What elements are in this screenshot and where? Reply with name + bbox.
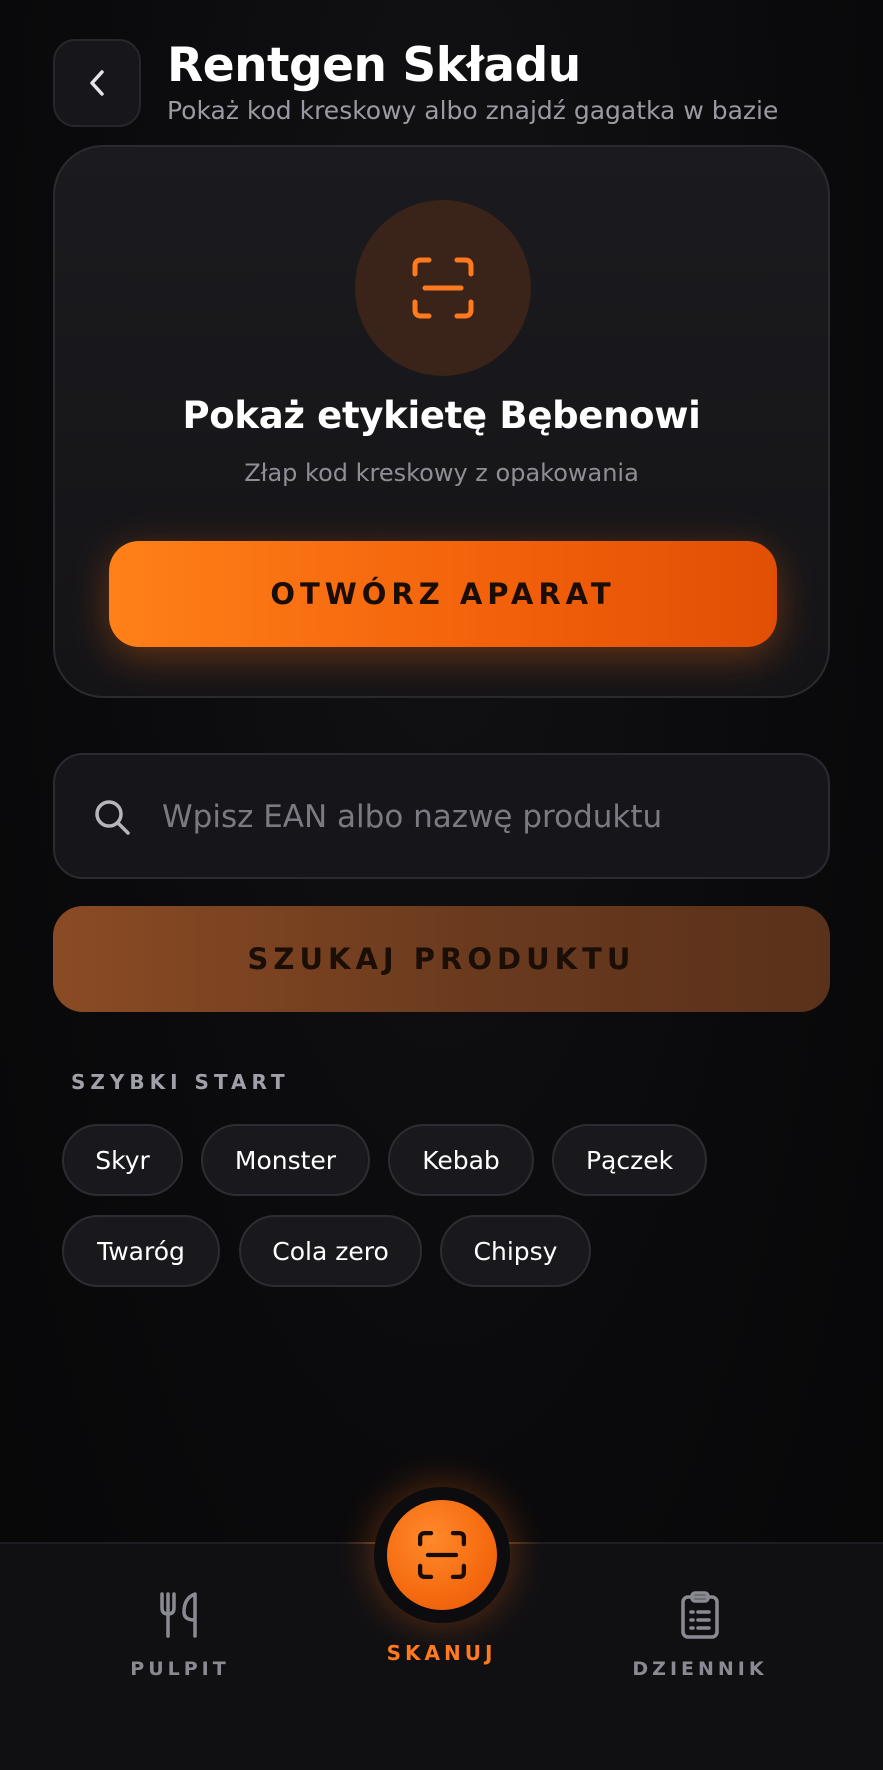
page-subtitle: Pokaż kod kreskowy albo znajdź gagatka w… bbox=[167, 96, 779, 125]
quick-chip-paczek[interactable]: Pączek bbox=[552, 1124, 707, 1196]
screen: Rentgen Składu Pokaż kod kreskowy albo z… bbox=[0, 0, 883, 1770]
quick-chip-chipsy[interactable]: Chipsy bbox=[440, 1215, 591, 1287]
scan-icon-circle bbox=[355, 200, 531, 376]
nav-item-dziennik[interactable]: DZIENNIK bbox=[620, 1590, 780, 1680]
scan-fab-inner[interactable] bbox=[387, 1500, 497, 1610]
back-button[interactable] bbox=[53, 39, 141, 127]
scan-subtitle: Złap kod kreskowy z opakowania bbox=[244, 459, 639, 487]
search-box[interactable] bbox=[53, 753, 830, 879]
search-input[interactable] bbox=[162, 779, 802, 855]
search-icon bbox=[95, 800, 130, 835]
scan-card: Pokaż etykietę Bębenowi Złap kod kreskow… bbox=[53, 145, 830, 698]
quick-chip-kebab[interactable]: Kebab bbox=[388, 1124, 534, 1196]
chevron-left-icon bbox=[90, 70, 104, 96]
scan-title: Pokaż etykietę Bębenowi bbox=[182, 394, 701, 437]
quick-chip-cola-zero[interactable]: Cola zero bbox=[239, 1215, 422, 1287]
fork-knife-icon bbox=[160, 1592, 197, 1638]
scan-barcode-icon bbox=[417, 1530, 467, 1580]
page-title: Rentgen Składu bbox=[167, 38, 581, 93]
scan-fab[interactable] bbox=[374, 1487, 510, 1623]
nav-label-skanuj[interactable]: SKANUJ bbox=[0, 1641, 883, 1665]
scan-barcode-icon bbox=[412, 257, 474, 319]
search-product-button[interactable]: SZUKAJ PRODUKTU bbox=[53, 906, 830, 1012]
open-camera-button[interactable]: OTWÓRZ APARAT bbox=[109, 541, 777, 647]
clipboard-icon bbox=[681, 1591, 719, 1639]
quick-chip-skyr[interactable]: Skyr bbox=[62, 1124, 183, 1196]
nav-item-pulpit[interactable]: PULPIT bbox=[112, 1590, 248, 1680]
quick-chip-twarog[interactable]: Twaróg bbox=[62, 1215, 220, 1287]
quick-chip-monster[interactable]: Monster bbox=[201, 1124, 370, 1196]
quick-start-label: SZYBKI START bbox=[71, 1070, 290, 1094]
